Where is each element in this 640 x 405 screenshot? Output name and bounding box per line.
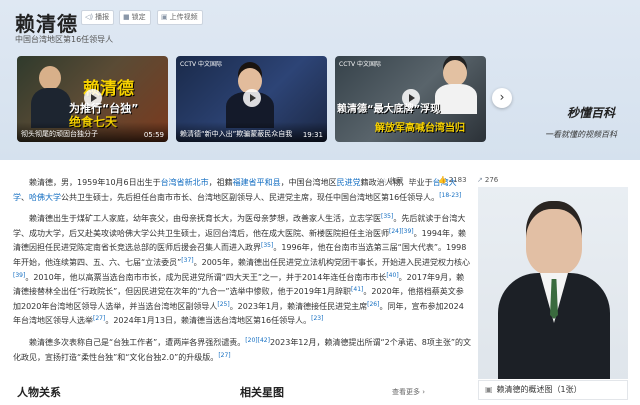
video-card[interactable]: 赖清德 为推行“台独” 绝食七天 彻头彻尾的顽固台独分子 05:59 — [17, 56, 168, 142]
citation[interactable]: [26] — [367, 301, 379, 308]
broadcast-label: 播报 — [95, 13, 110, 21]
citation[interactable]: [23] — [311, 315, 323, 322]
link-dpp[interactable]: 民进党 — [337, 178, 361, 187]
section-people-title: 人物关系 — [17, 386, 61, 399]
lock-label: 锁定 — [131, 13, 146, 21]
like-button[interactable]: 👍 2183 — [438, 176, 467, 188]
view-more-label: 查看更多 — [392, 388, 420, 396]
citation[interactable]: [40] — [386, 272, 398, 279]
section-stars-title: 相关星图 — [240, 386, 284, 399]
upload-video-label: 上传视频 — [169, 13, 198, 21]
article-body: 赖清德，男，1959年10月6日出生于台湾省新北市，祖籍福建省平和县，中国台湾地… — [13, 177, 471, 371]
video-overlay-title: 赖清德“最大底牌”浮现 — [337, 104, 441, 115]
channel-logo: CCTV 中文国际 — [180, 61, 223, 68]
citation[interactable]: [27] — [93, 315, 105, 322]
next-arrow-icon[interactable]: › — [492, 88, 512, 108]
portrait-image[interactable] — [478, 187, 628, 379]
lock-icon: ■ — [123, 13, 130, 21]
citation[interactable]: [39] — [401, 228, 413, 235]
portrait-count: （1张） — [552, 385, 582, 394]
thumb-up-icon: 👍 — [438, 176, 447, 184]
citation[interactable]: [42] — [258, 337, 270, 344]
page-title: 赖清德 — [15, 12, 78, 36]
speaker-icon: ◁) — [85, 13, 94, 21]
video-overlay-sub: 解放军高喊台湾当归 — [375, 123, 465, 134]
summary-header: 赖清德 ◁) 播报 ■ 锁定 ▣ 上传视频 中国台湾地区第16任领导人 赖清德 为推行… — [0, 0, 640, 160]
portrait-caption[interactable]: ▣ 赖清德的概述图（1张） — [478, 380, 628, 400]
citation[interactable]: [35] — [381, 213, 393, 220]
share-icon: ↗ — [477, 176, 483, 184]
favorite-label: 收藏 — [389, 177, 404, 185]
citation[interactable]: [39] — [13, 272, 25, 279]
video-duration: 05:59 — [143, 131, 164, 139]
article-paragraph: 赖清德出生于煤矿工人家庭，幼年丧父，由母亲抚育长大，为医母亲梦想，改善家人生活，… — [13, 213, 470, 326]
link-pinghe[interactable]: 福建省平和县 — [233, 178, 281, 187]
citation[interactable]: [27] — [218, 352, 230, 359]
share-count: 276 — [484, 176, 499, 184]
person-thumbnail — [39, 66, 61, 90]
lock-button[interactable]: ■ 锁定 — [119, 10, 151, 25]
brand-slogan: 一看就懂的视频百科 — [545, 130, 617, 139]
citation[interactable]: [35] — [261, 242, 273, 249]
citation[interactable]: [37] — [181, 257, 193, 264]
video-caption: 赖清德“新中入出”欺骗蒙蔽民众自我 — [180, 130, 293, 138]
citation[interactable]: [20] — [245, 337, 257, 344]
video-upload-icon: ▣ — [161, 13, 168, 21]
citation[interactable]: [24] — [389, 228, 401, 235]
link-xinbei[interactable]: 台湾省新北市 — [161, 178, 209, 187]
brand-logo: 秒懂百科 — [567, 106, 616, 120]
page-subtitle: 中国台湾地区第16任领导人 — [15, 35, 114, 44]
citation[interactable]: [18-23] — [439, 192, 461, 199]
portrait-caption-text: 赖清德的概述图 — [496, 385, 553, 394]
play-icon[interactable] — [83, 88, 102, 107]
favorite-button[interactable]: ☆ 收藏 — [381, 176, 403, 188]
view-more-link[interactable]: 查看更多 › — [392, 387, 425, 397]
citation[interactable]: [41] — [351, 286, 363, 293]
video-duration: 19:31 — [302, 131, 323, 139]
image-icon: ▣ — [485, 385, 493, 394]
video-caption: 彻头彻尾的顽固台独分子 — [21, 130, 98, 138]
video-card[interactable]: CCTV 中文国际 赖清德“新中入出”欺骗蒙蔽民众自我 19:31 — [176, 56, 327, 142]
star-icon: ☆ — [381, 177, 388, 185]
citation[interactable]: [25] — [217, 301, 229, 308]
person-body — [435, 84, 477, 114]
broadcast-button[interactable]: ◁) 播报 — [81, 10, 115, 25]
video-card[interactable]: CCTV 中文国际 赖清德“最大底牌”浮现 解放军高喊台湾当归 — [335, 56, 486, 142]
play-icon[interactable] — [401, 88, 420, 107]
article-paragraph: 赖清德多次表称自己是“台独工作者”，遭两岸各界强烈谴责。[20][42]2023… — [13, 336, 471, 362]
link-harvard[interactable]: 哈佛大学 — [29, 193, 61, 202]
play-icon[interactable] — [242, 88, 261, 107]
upload-video-button[interactable]: ▣ 上传视频 — [157, 10, 203, 25]
like-count: 2183 — [448, 176, 467, 184]
portrait-head — [526, 209, 582, 275]
person-thumbnail — [443, 60, 467, 86]
channel-logo: CCTV 中文国际 — [339, 61, 382, 68]
